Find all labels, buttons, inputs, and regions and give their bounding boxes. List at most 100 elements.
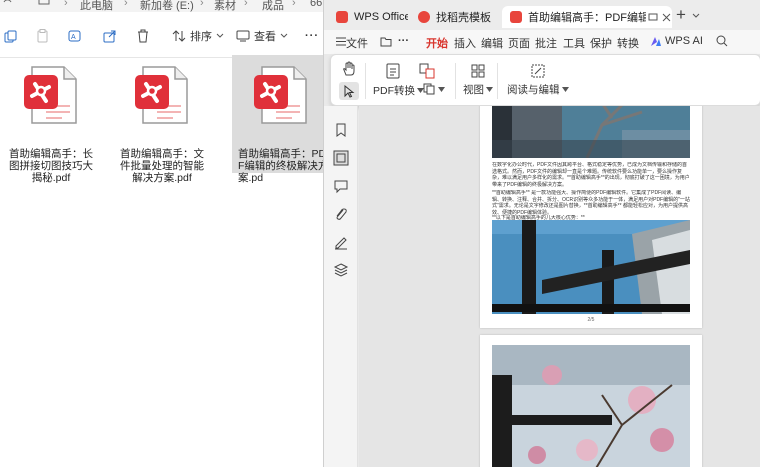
menu-tools[interactable]: 工具 xyxy=(563,35,585,51)
select-tool-button[interactable] xyxy=(339,82,359,100)
doc-paragraph: 在数字化办公时代，PDF文件因其跨平台、格式稳定等优势，已成为文档传输和存储的首… xyxy=(492,162,690,188)
file-name: 首助编辑高手：长图拼接切图技巧大揭秘.pdf xyxy=(9,148,93,184)
chevron-down-icon[interactable] xyxy=(692,13,700,19)
breadcrumb-item-drive[interactable]: 新加卷 (E:) xyxy=(140,0,194,12)
tab-active-pdf[interactable]: 首助编辑高手：PDF编辑的终 xyxy=(502,6,672,28)
file-item-pdf-2[interactable]: 首助编辑高手：文件批量处理的智能解决方案.pdf xyxy=(113,55,211,184)
view-dropdown[interactable]: 视图 xyxy=(463,63,493,97)
doc-paragraph: **首助编辑高手** 是一款功能强大、操作简便的PDF编辑软件。它集成了PDF阅… xyxy=(492,190,690,216)
view-grid-icon xyxy=(471,64,485,78)
view-button[interactable]: 查看 xyxy=(236,26,288,46)
wps-ai-icon xyxy=(651,37,661,46)
hand-icon xyxy=(343,61,355,76)
menu-home[interactable]: 开始 xyxy=(426,35,448,56)
tab-label: WPS Office xyxy=(354,11,408,23)
paste-icon xyxy=(37,29,48,43)
view-icon xyxy=(236,30,250,42)
pdf-file-icon xyxy=(254,66,307,124)
signature-icon[interactable] xyxy=(333,234,349,250)
file-name: 首助编辑高手：文件批量处理的智能解决方案.pdf xyxy=(120,148,204,184)
branch-photo xyxy=(492,106,690,158)
file-explorer-window: › 此电脑 › 新加卷 (E:) › 素材 › 成品 › 66 A 排序 查看 … xyxy=(0,0,330,467)
pdf-file-icon xyxy=(135,66,188,124)
sort-button[interactable]: 排序 xyxy=(172,26,224,46)
ribbon-toolbar: PDF转换 视图 阅读与编辑 xyxy=(330,54,760,106)
window-frame-photo xyxy=(492,220,690,314)
folder-icon[interactable] xyxy=(380,36,392,47)
explorer-command-bar: A 排序 查看 ··· xyxy=(0,12,330,58)
file-item-pdf-3-selected[interactable]: 首助编辑高手：PDF编辑的终极解决方案.pd xyxy=(232,55,330,184)
breadcrumb-item-assets[interactable]: 素材 xyxy=(214,0,236,12)
screen-icon[interactable] xyxy=(648,13,658,22)
chevron-down-icon xyxy=(216,33,224,38)
tab-label: 首助编辑高手：PDF编辑的终 xyxy=(528,12,646,24)
paste-button[interactable] xyxy=(36,26,49,46)
trash-icon xyxy=(138,29,148,43)
pdf-convert-dropdown[interactable]: PDF转换 xyxy=(373,83,424,98)
ribbon-divider xyxy=(455,63,456,99)
caret-down-icon xyxy=(561,87,569,92)
page-number: 2/5 xyxy=(587,317,595,323)
menu-file[interactable]: 文件 xyxy=(346,35,368,51)
view-label: 视图 xyxy=(463,84,484,96)
tab-docer-templates[interactable]: 找稻壳模板 xyxy=(410,6,498,28)
close-icon[interactable] xyxy=(662,13,671,22)
tab-label: 找稻壳模板 xyxy=(436,12,491,24)
share-icon xyxy=(103,30,116,43)
attachment-icon[interactable] xyxy=(333,206,349,222)
menu-more[interactable]: ··· xyxy=(398,35,409,47)
menu-protect[interactable]: 保护 xyxy=(590,35,612,51)
refresh-icon[interactable] xyxy=(3,0,13,8)
caret-down-icon xyxy=(486,87,493,92)
menu-convert[interactable]: 转换 xyxy=(617,35,639,51)
pdf-to-image-button[interactable] xyxy=(385,63,401,79)
sort-label: 排序 xyxy=(190,31,212,43)
copy-pages-icon xyxy=(423,83,435,95)
share-button[interactable] xyxy=(103,26,117,46)
ribbon-divider xyxy=(365,63,366,99)
hand-tool-button[interactable] xyxy=(341,61,357,77)
delete-button[interactable] xyxy=(137,26,149,46)
file-item-pdf-1[interactable]: 首助编辑高手：长图拼接切图技巧大揭秘.pdf xyxy=(2,55,100,184)
menu-annotate[interactable]: 批注 xyxy=(535,35,557,51)
breadcrumb: › 此电脑 › 新加卷 (E:) › 素材 › 成品 › 66 xyxy=(0,0,330,12)
thumbnail-icon[interactable] xyxy=(333,150,349,166)
menu-insert[interactable]: 插入 xyxy=(454,35,476,51)
view-label: 查看 xyxy=(254,31,276,43)
menu-page[interactable]: 页面 xyxy=(508,35,530,51)
pdf-page: 在数字化办公时代，PDF文件因其跨平台、格式稳定等优势，已成为文档传输和存储的首… xyxy=(480,106,702,328)
read-edit-icon xyxy=(531,64,545,78)
rename-button[interactable]: A xyxy=(68,26,82,46)
copy-button[interactable] xyxy=(4,26,17,46)
pdf-logo-icon xyxy=(510,11,522,23)
pdf-to-word-button[interactable] xyxy=(419,63,435,79)
breadcrumb-item-folder[interactable]: 66 xyxy=(310,0,322,9)
chevron-down-icon xyxy=(280,33,288,38)
convert-more-dropdown[interactable] xyxy=(423,83,445,95)
more-options-button[interactable]: ··· xyxy=(301,26,319,46)
rename-icon: A xyxy=(68,30,81,42)
menu-wps-ai[interactable]: WPS AI xyxy=(665,35,703,47)
new-tab-button[interactable]: + xyxy=(676,5,686,25)
comment-icon[interactable] xyxy=(333,178,349,194)
breadcrumb-item-output[interactable]: 成品 xyxy=(262,0,284,12)
bookmark-icon[interactable] xyxy=(333,122,349,138)
svg-text:A: A xyxy=(71,34,76,41)
pdf-convert-label: PDF转换 xyxy=(373,85,415,97)
caret-down-icon xyxy=(438,86,445,92)
layers-icon[interactable] xyxy=(333,262,349,278)
search-icon[interactable] xyxy=(716,35,728,47)
convert-doc-icon xyxy=(419,63,435,79)
file-name: 首助编辑高手：PDF编辑的终极解决方案.pd xyxy=(238,148,329,184)
more-dots: ··· xyxy=(305,30,319,42)
menu-edit[interactable]: 编辑 xyxy=(481,35,503,51)
sort-icon xyxy=(172,30,186,42)
left-sidebar xyxy=(324,106,358,467)
tab-wps-office[interactable]: WPS Office xyxy=(328,6,408,28)
breadcrumb-item-this-pc[interactable]: 此电脑 xyxy=(80,0,113,12)
document-view[interactable]: 在数字化办公时代，PDF文件因其跨平台、格式稳定等优势，已成为文档传输和存储的首… xyxy=(359,106,760,467)
ribbon-divider xyxy=(497,63,498,99)
pdf-convert-icon xyxy=(386,63,400,79)
read-edit-dropdown[interactable]: 阅读与编辑 xyxy=(507,63,569,97)
wps-logo-icon xyxy=(336,11,348,23)
